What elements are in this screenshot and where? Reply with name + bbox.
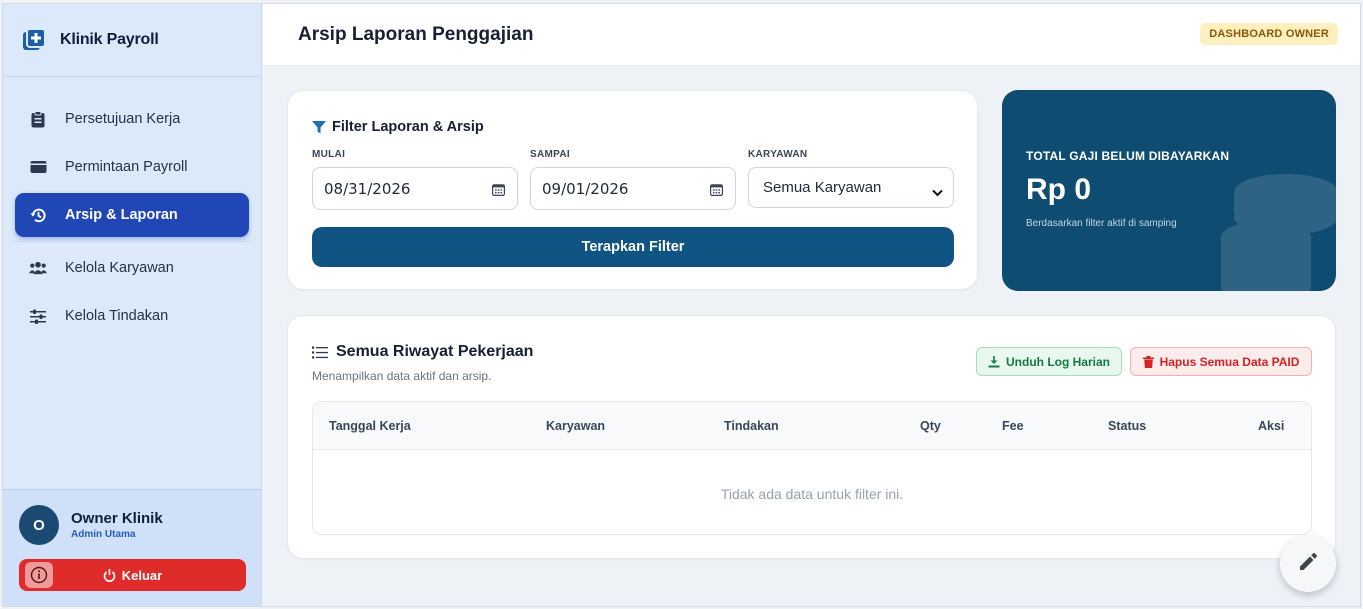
header: Arsip Laporan Penggajian DASHBOARD OWNER [263,4,1360,66]
list-icon [312,346,328,359]
download-log-button[interactable]: Unduh Log Harian [976,347,1122,376]
user-name: Owner Klinik [71,510,163,527]
info-icon[interactable] [25,562,53,588]
sidebar-item-kelola-karyawan[interactable]: Kelola Karyawan [15,246,249,290]
filter-title-label: Filter Laporan & Arsip [332,119,484,135]
app-window: Klinik Payroll Persetujuan Kerja Permint… [2,3,1361,607]
avatar: O [19,505,59,545]
history-card: Semua Riwayat Pekerjaan Menampilkan data… [287,315,1336,559]
logout-label: Keluar [121,567,163,583]
history-title-label: Semua Riwayat Pekerjaan [336,343,534,360]
trash-icon [1142,355,1154,368]
pencil-icon [1298,552,1318,577]
nav-divider [15,241,249,242]
start-date-label: MULAI [312,149,346,160]
delete-paid-button[interactable]: Hapus Semua Data PAID [1130,347,1312,376]
apply-filter-button[interactable]: Terapkan Filter [312,227,954,267]
sidebar-item-permintaan-payroll[interactable]: Permintaan Payroll [15,145,249,189]
sidebar-item-label: Kelola Tindakan [65,308,169,324]
column-header[interactable]: Qty [920,419,941,433]
history-table: Tanggal Kerja Karyawan Tindakan Qty Fee … [312,401,1312,535]
history-icon [29,206,47,224]
delete-paid-label: Hapus Semua Data PAID [1159,354,1300,369]
role-badge: DASHBOARD OWNER [1200,23,1338,45]
wallet-icon [29,158,47,176]
coins-icon [1221,174,1336,291]
medical-plus-icon [22,28,46,52]
stat-subtitle: Berdasarkan filter aktif di samping [1026,218,1177,229]
edit-fab-button[interactable] [1280,536,1336,592]
user-role: Admin Utama [71,529,136,540]
sidebar-item-label: Arsip & Laporan [65,207,178,223]
column-header[interactable]: Tindakan [724,419,779,433]
stat-label: TOTAL GAJI BELUM DIBAYARKAN [1026,149,1230,163]
sidebar-item-persetujuan-kerja[interactable]: Persetujuan Kerja [15,97,249,141]
sidebar-item-label: Kelola Karyawan [65,260,174,276]
page-title: Arsip Laporan Penggajian [298,24,534,45]
filter-icon [312,120,326,134]
sidebar: Klinik Payroll Persetujuan Kerja Permint… [3,4,262,606]
sliders-icon [29,307,47,325]
end-date-field[interactable]: 09/01/2026 [530,167,736,210]
end-date-label: SAMPAI [530,149,570,160]
empty-state: Tidak ada data untuk filter ini. [720,486,904,502]
column-header[interactable]: Aksi [1258,419,1284,433]
calendar-icon[interactable] [710,182,724,200]
user-panel: O Owner Klinik Admin Utama Keluar [3,489,261,606]
clipboard-icon [29,110,47,128]
unpaid-total-card: TOTAL GAJI BELUM DIBAYARKAN Rp 0 Berdasa… [1002,90,1336,291]
calendar-icon[interactable] [492,182,506,200]
stat-value: Rp 0 [1026,173,1092,206]
start-date-value: 08/31/2026 [324,179,411,198]
column-header[interactable]: Karyawan [546,419,605,433]
user-info: O Owner Klinik Admin Utama [19,505,245,545]
sidebar-item-kelola-tindakan[interactable]: Kelola Tindakan [15,294,249,338]
history-title: Semua Riwayat Pekerjaan [312,343,533,361]
logout-button[interactable]: Keluar [19,559,246,591]
table-header: Tanggal Kerja Karyawan Tindakan Qty Fee … [313,402,1311,450]
column-header[interactable]: Fee [1002,419,1024,433]
sidebar-nav: Persetujuan Kerja Permintaan Payroll Ars… [3,77,261,338]
filter-card: Filter Laporan & Arsip MULAI 08/31/2026 … [287,90,978,290]
download-log-label: Unduh Log Harian [1006,354,1110,369]
employee-label: KARYAWAN [748,149,808,160]
employee-select[interactable]: Semua Karyawan [748,167,954,208]
users-icon [29,259,47,277]
chevron-down-icon [932,184,943,201]
start-date-field[interactable]: 08/31/2026 [312,167,518,210]
download-icon [988,355,1000,368]
brand: Klinik Payroll [3,4,261,77]
filter-title: Filter Laporan & Arsip [312,119,484,135]
sidebar-item-arsip-laporan[interactable]: Arsip & Laporan [15,193,249,237]
history-subtitle: Menampilkan data aktif dan arsip. [312,369,492,383]
end-date-value: 09/01/2026 [542,179,629,198]
brand-name: Klinik Payroll [60,31,159,48]
sidebar-item-label: Permintaan Payroll [65,159,188,175]
employee-select-value: Semua Karyawan [763,179,882,196]
sidebar-item-label: Persetujuan Kerja [65,111,181,127]
column-header[interactable]: Tanggal Kerja [329,419,411,433]
column-header[interactable]: Status [1108,419,1146,433]
power-icon [103,568,116,582]
